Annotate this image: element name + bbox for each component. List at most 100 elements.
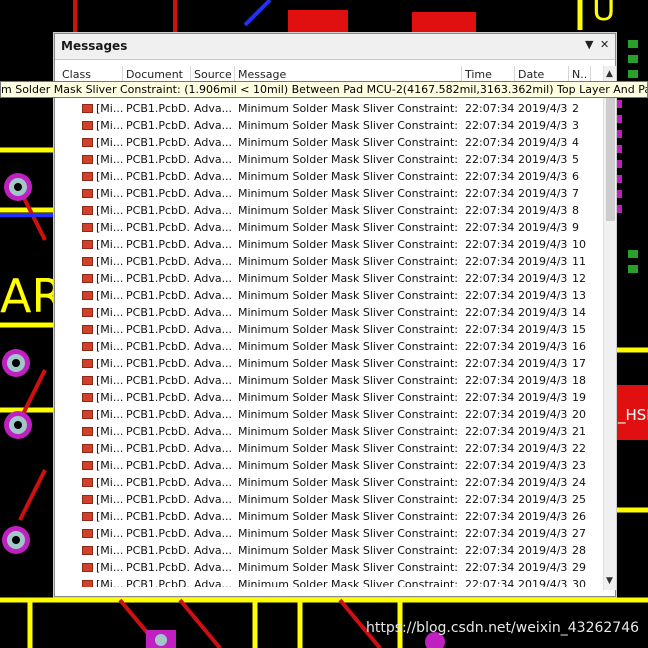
table-row[interactable]: [Mi... PCB1.PcbD... Adva... Minimum Solder …: [55, 202, 603, 219]
row-time: 22:07:34: [465, 153, 515, 166]
pin-menu-icon[interactable]: ▼: [585, 38, 593, 51]
scroll-thumb[interactable]: [606, 96, 615, 221]
table-row[interactable]: [Mi... PCB1.PcbD... Adva... Minimum Solder …: [55, 389, 603, 406]
row-time: 22:07:34: [465, 238, 515, 251]
row-document: PCB1.PcbD...: [126, 238, 191, 251]
row-document: PCB1.PcbD...: [126, 221, 191, 234]
row-time: 22:07:34: [465, 170, 515, 183]
row-class: [Mi...: [96, 204, 123, 217]
table-row[interactable]: [Mi... PCB1.PcbD... Adva... Minimum Solder …: [55, 100, 603, 117]
row-message: Minimum Solder Mask Sliver Constraint: (…: [238, 391, 462, 404]
table-row[interactable]: [Mi... PCB1.PcbD... Adva... Minimum Solder …: [55, 440, 603, 457]
table-row[interactable]: [Mi... PCB1.PcbD... Adva... Minimum Solder …: [55, 304, 603, 321]
table-row[interactable]: [Mi... PCB1.PcbD... Adva... Minimum Solder …: [55, 406, 603, 423]
row-message: Minimum Solder Mask Sliver Constraint: (…: [238, 527, 462, 540]
row-class: [Mi...: [96, 153, 123, 166]
row-source: Adva...: [194, 306, 233, 319]
table-row[interactable]: [Mi... PCB1.PcbD... Adva... Minimum Solder …: [55, 338, 603, 355]
table-row[interactable]: [Mi... PCB1.PcbD... Adva... Minimum Solder …: [55, 559, 603, 576]
row-document: PCB1.PcbD...: [126, 272, 191, 285]
table-row[interactable]: [Mi... PCB1.PcbD... Adva... Minimum Solder …: [55, 236, 603, 253]
error-icon: [82, 223, 93, 232]
table-row[interactable]: [Mi... PCB1.PcbD... Adva... Minimum Solder …: [55, 491, 603, 508]
row-date: 2019/4/3: [518, 238, 568, 251]
row-document: PCB1.PcbD...: [126, 459, 191, 472]
table-row[interactable]: [Mi... PCB1.PcbD... Adva... Minimum Solder …: [55, 253, 603, 270]
table-row[interactable]: [Mi... PCB1.PcbD... Adva... Minimum Solder …: [55, 321, 603, 338]
table-row[interactable]: [Mi... PCB1.PcbD... Adva... Minimum Solder …: [55, 134, 603, 151]
row-date: 2019/4/3: [518, 493, 568, 506]
row-message: Minimum Solder Mask Sliver Constraint: (…: [238, 374, 462, 387]
row-class: [Mi...: [96, 170, 123, 183]
table-row[interactable]: [Mi... PCB1.PcbD... Adva... Minimum Solder …: [55, 151, 603, 168]
error-icon: [82, 580, 93, 587]
row-class: [Mi...: [96, 527, 123, 540]
row-class: [Mi...: [96, 442, 123, 455]
row-message: Minimum Solder Mask Sliver Constraint: (…: [238, 221, 462, 234]
table-row[interactable]: [Mi... PCB1.PcbD... Adva... Minimum Solder …: [55, 542, 603, 559]
row-time: 22:07:34: [465, 289, 515, 302]
row-date: 2019/4/3: [518, 323, 568, 336]
panel-title: Messages: [61, 39, 128, 53]
messages-panel: Messages ▼ ✕ Class Document Source Messa…: [54, 33, 616, 597]
row-source: Adva...: [194, 510, 233, 523]
error-icon: [82, 189, 93, 198]
error-icon: [82, 291, 93, 300]
row-date: 2019/4/3: [518, 425, 568, 438]
row-source: Adva...: [194, 408, 233, 421]
table-row[interactable]: [Mi... PCB1.PcbD... Adva... Minimum Solder …: [55, 117, 603, 134]
table-row[interactable]: [Mi... PCB1.PcbD... Adva... Minimum Solder …: [55, 423, 603, 440]
row-class: [Mi...: [96, 544, 123, 557]
row-source: Adva...: [194, 170, 233, 183]
close-icon[interactable]: ✕: [600, 38, 609, 51]
row-document: PCB1.PcbD...: [126, 102, 191, 115]
row-date: 2019/4/3: [518, 119, 568, 132]
vertical-scrollbar[interactable]: ▲ ▼: [603, 66, 616, 590]
row-date: 2019/4/3: [518, 544, 568, 557]
row-number: 28: [572, 544, 586, 557]
table-row[interactable]: [Mi... PCB1.PcbD... Adva... Minimum Solder …: [55, 576, 603, 587]
row-source: Adva...: [194, 561, 233, 574]
table-row[interactable]: [Mi... PCB1.PcbD... Adva... Minimum Solder …: [55, 185, 603, 202]
panel-title-bar[interactable]: Messages ▼ ✕: [55, 34, 615, 60]
row-number: 9: [572, 221, 579, 234]
scroll-up-icon[interactable]: ▲: [606, 69, 613, 79]
row-source: Adva...: [194, 442, 233, 455]
table-row[interactable]: [Mi... PCB1.PcbD... Adva... Minimum Solder …: [55, 355, 603, 372]
table-row[interactable]: [Mi... PCB1.PcbD... Adva... Minimum Solder …: [55, 168, 603, 185]
row-message: Minimum Solder Mask Sliver Constraint: (…: [238, 425, 462, 438]
error-icon: [82, 155, 93, 164]
pcb-label-top: U: [592, 0, 615, 28]
row-document: PCB1.PcbD...: [126, 119, 191, 132]
table-row[interactable]: [Mi... PCB1.PcbD... Adva... Minimum Solder …: [55, 270, 603, 287]
row-message: Minimum Solder Mask Sliver Constraint: (…: [238, 187, 462, 200]
row-class: [Mi...: [96, 289, 123, 302]
row-time: 22:07:34: [465, 187, 515, 200]
row-message: Minimum Solder Mask Sliver Constraint: (…: [238, 408, 462, 421]
table-row[interactable]: [Mi... PCB1.PcbD... Adva... Minimum Solder …: [55, 474, 603, 491]
table-row[interactable]: [Mi... PCB1.PcbD... Adva... Minimum Solder …: [55, 287, 603, 304]
row-document: PCB1.PcbD...: [126, 578, 191, 587]
row-document: PCB1.PcbD...: [126, 408, 191, 421]
row-document: PCB1.PcbD...: [126, 255, 191, 268]
row-source: Adva...: [194, 357, 233, 370]
row-source: Adva...: [194, 119, 233, 132]
table-row[interactable]: [Mi... PCB1.PcbD... Adva... Minimum Solder …: [55, 372, 603, 389]
row-document: PCB1.PcbD...: [126, 170, 191, 183]
row-message: Minimum Solder Mask Sliver Constraint: (…: [238, 119, 462, 132]
table-row[interactable]: [Mi... PCB1.PcbD... Adva... Minimum Solder …: [55, 457, 603, 474]
row-source: Adva...: [194, 204, 233, 217]
row-number: 16: [572, 340, 586, 353]
row-class: [Mi...: [96, 459, 123, 472]
row-class: [Mi...: [96, 510, 123, 523]
row-source: Adva...: [194, 459, 233, 472]
table-row[interactable]: [Mi... PCB1.PcbD... Adva... Minimum Solder …: [55, 219, 603, 236]
row-class: [Mi...: [96, 306, 123, 319]
error-icon: [82, 138, 93, 147]
table-row[interactable]: [Mi... PCB1.PcbD... Adva... Minimum Solder …: [55, 525, 603, 542]
row-number: 7: [572, 187, 579, 200]
row-date: 2019/4/3: [518, 221, 568, 234]
scroll-down-icon[interactable]: ▼: [606, 576, 613, 586]
row-number: 23: [572, 459, 586, 472]
table-row[interactable]: [Mi... PCB1.PcbD... Adva... Minimum Solder …: [55, 508, 603, 525]
